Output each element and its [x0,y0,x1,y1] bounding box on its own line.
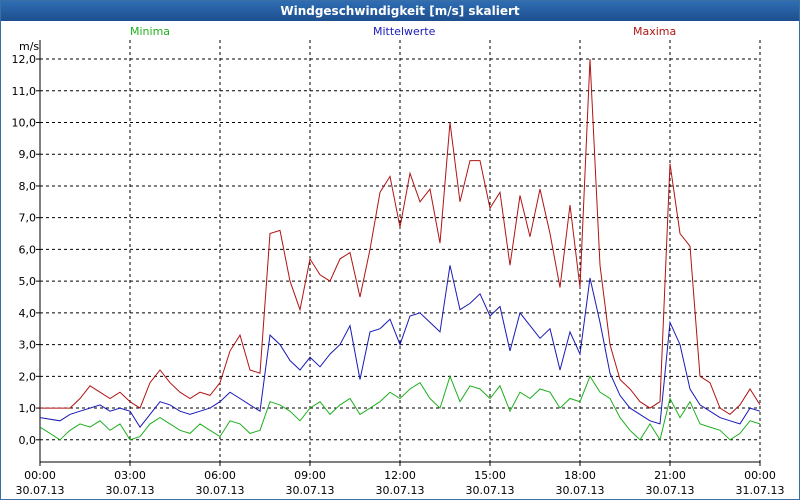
y-tick-label: 7,0 [19,212,37,225]
y-tick-label: 6,0 [19,243,37,256]
y-tick-label: 5,0 [19,275,37,288]
y-tick-label: 10,0 [12,116,37,129]
y-tick-label: 12,0 [12,53,37,66]
x-tick-label-time: 21:00 [654,469,686,482]
y-tick-label: 2,0 [19,370,37,383]
x-tick-label-date: 30.07.13 [286,484,335,497]
y-tick-label: 0,0 [19,434,37,447]
y-tick-label: 3,0 [19,339,37,352]
line-chart: 0,0 1,0 2,0 3,0 4,0 5,0 6,0 7,0 8,0 9,0 10,0 11,0 12… [12,40,785,497]
x-tick-label-time: 12:00 [384,469,416,482]
x-tick-label-date: 31.07.13 [736,484,785,497]
x-tick-label-date: 30.07.13 [196,484,245,497]
y-tick-label: 11,0 [12,85,37,98]
x-tick-label-date: 30.07.13 [16,484,65,497]
x-tick-label-date: 30.07.13 [466,484,515,497]
x-tick-label-time: 00:00 [744,469,776,482]
x-tick-label-date: 30.07.13 [646,484,695,497]
x-tick-label-time: 15:00 [474,469,506,482]
y-tick-label: 9,0 [19,148,37,161]
x-tick-label-date: 30.07.13 [376,484,425,497]
x-tick-label-time: 03:00 [114,469,146,482]
x-tick-label-time: 00:00 [24,469,56,482]
x-tick-label-date: 30.07.13 [556,484,605,497]
y-tick-label: 1,0 [19,402,37,415]
y-tick-label: 4,0 [19,307,37,320]
x-tick-label-time: 09:00 [294,469,326,482]
y-tick-label: 8,0 [19,180,37,193]
x-tick-label-time: 18:00 [564,469,596,482]
x-tick-label-time: 06:00 [204,469,236,482]
x-tick-label-date: 30.07.13 [106,484,155,497]
